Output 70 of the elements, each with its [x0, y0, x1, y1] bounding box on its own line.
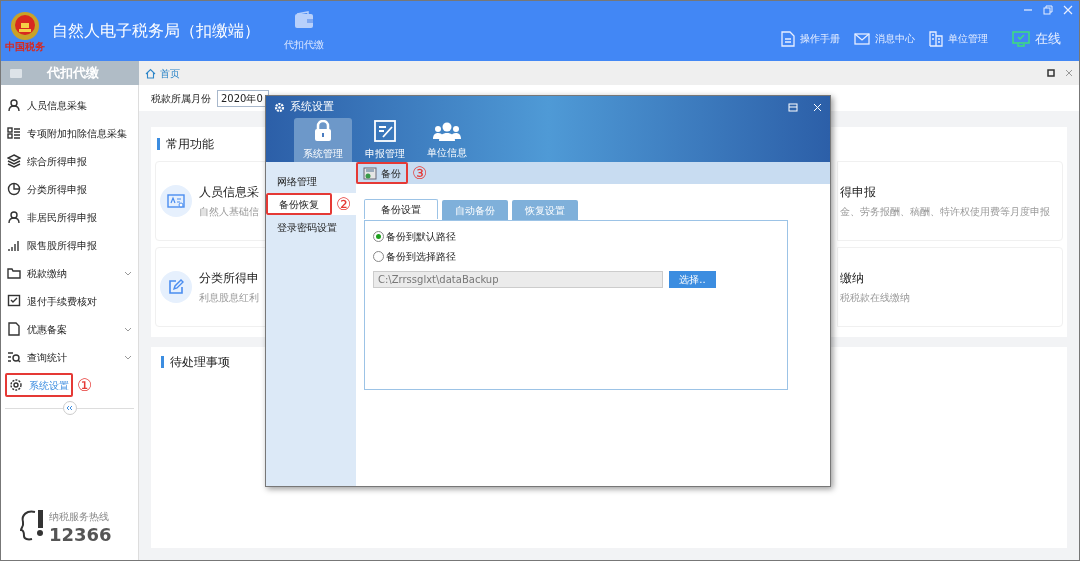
- month-label: 税款所属月份: [151, 91, 211, 106]
- id-card-icon: [160, 185, 192, 217]
- restore-icon[interactable]: [788, 102, 798, 112]
- sidebar-item[interactable]: 优惠备案: [5, 317, 69, 341]
- monitor-check-icon: [1012, 30, 1030, 47]
- radio-label: 备份到默认路径: [386, 229, 456, 244]
- backup-button[interactable]: 备份: [356, 162, 408, 184]
- checklist-icon: [7, 294, 21, 308]
- settings-icon: [9, 378, 23, 392]
- maximize-icon[interactable]: [1047, 69, 1055, 77]
- emblem-icon: [10, 10, 40, 41]
- dialog-title: 系统设置: [290, 99, 334, 115]
- toolbar-tab[interactable]: 申报管理: [356, 118, 414, 162]
- hotline-number: 12366: [49, 523, 112, 546]
- sidebar-item[interactable]: 税款缴纳: [5, 261, 69, 285]
- chevron-down-icon: [124, 270, 132, 276]
- function-card[interactable]: 得申报 金、劳务报酬、稿酬、特许权使用费等月度申报: [837, 161, 1063, 241]
- step-number: ③: [412, 164, 428, 182]
- radio-button[interactable]: [373, 250, 384, 262]
- wallet-icon: [9, 67, 23, 79]
- chevron-down-icon: [124, 326, 132, 332]
- toolbar-tab[interactable]: 单位信息: [418, 118, 476, 162]
- settings-icon: [274, 101, 285, 113]
- pie-chart-icon: [7, 182, 21, 196]
- layers-icon: [7, 154, 21, 168]
- sidebar-item[interactable]: 专项附加扣除信息采集: [5, 121, 129, 145]
- home-icon: [145, 67, 156, 79]
- sidebar-item[interactable]: 人员信息采集: [5, 93, 89, 117]
- app-title: 自然人电子税务局（扣缴端）: [52, 20, 260, 42]
- wallet-icon: [294, 10, 314, 29]
- list-icon: [7, 126, 21, 140]
- section-title: 待处理事项: [170, 354, 230, 371]
- radio-label: 备份到选择路径: [386, 249, 456, 264]
- hotline-label: 纳税服务热线: [49, 509, 110, 524]
- sidebar-item[interactable]: 分类所得申报: [5, 177, 89, 201]
- search-icon: [7, 350, 21, 364]
- radio-button[interactable]: [373, 230, 384, 242]
- sidebar-item[interactable]: 退付手续费核对: [5, 289, 99, 313]
- document-icon: [7, 322, 21, 336]
- home-tab[interactable]: 首页: [145, 65, 180, 81]
- settings-tab[interactable]: 备份设置: [364, 199, 438, 219]
- person-icon: [7, 210, 21, 224]
- step-number: ②: [336, 195, 352, 213]
- chevron-down-icon: [124, 354, 132, 360]
- sidebar-item[interactable]: 限售股所得申报: [5, 233, 99, 257]
- dialog-nav-item[interactable]: 备份恢复: [266, 193, 332, 215]
- double-chevron-left-icon: [66, 405, 73, 411]
- mail-icon: [854, 32, 870, 45]
- form-edit-icon: [374, 119, 396, 142]
- sidebar-item[interactable]: 系统设置: [5, 373, 73, 397]
- dialog-nav-item[interactable]: 登录密码设置: [266, 216, 348, 238]
- logo-text: 中国税务: [5, 41, 45, 52]
- sidebar-item[interactable]: 查询统计: [5, 345, 69, 369]
- section-title: 常用功能: [166, 136, 214, 153]
- bar-chart-icon: [7, 238, 21, 252]
- sidebar-item[interactable]: 综合所得申报: [5, 149, 89, 173]
- sidebar-item[interactable]: 非居民所得申报: [5, 205, 99, 229]
- backup-icon: [363, 166, 377, 180]
- dialog-nav-item[interactable]: 网络管理: [266, 170, 328, 192]
- folder-icon: [7, 266, 21, 280]
- building-icon: [929, 30, 943, 47]
- lock-icon: [314, 119, 332, 142]
- users-icon: [433, 120, 461, 141]
- sidebar-header: 代扣代缴: [1, 61, 139, 85]
- person-icon: [7, 98, 21, 112]
- document-icon: [781, 30, 795, 47]
- step-number: ①: [77, 376, 93, 394]
- edit-icon: [160, 271, 192, 303]
- function-card[interactable]: 缴纳 税税款在线缴纳: [837, 247, 1063, 327]
- restore-icon[interactable]: [1043, 5, 1053, 15]
